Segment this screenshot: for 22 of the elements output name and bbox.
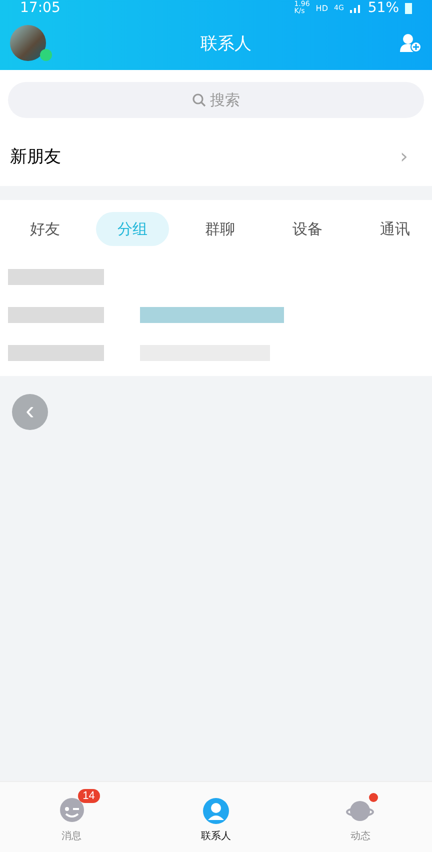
signal-icon [350, 3, 362, 13]
new-friends-row[interactable]: 新朋友 › [0, 126, 432, 186]
avatar[interactable] [10, 25, 46, 61]
category-tab[interactable]: 设备 [270, 212, 344, 246]
new-friends-label: 新朋友 [10, 146, 61, 168]
category-tab[interactable]: 通讯 [358, 212, 432, 246]
person-icon [202, 797, 230, 825]
online-dot [40, 49, 52, 61]
nav-tab[interactable]: 联系人 [178, 789, 253, 845]
battery-icon [405, 2, 412, 14]
hd-label: HD [316, 4, 328, 12]
search-icon [192, 93, 206, 107]
unread-badge: 14 [78, 789, 100, 803]
nav-tab[interactable]: 消息 14 [36, 789, 108, 845]
chevron-icon: › [400, 144, 408, 168]
winking-face-icon [58, 797, 86, 825]
add-contact-icon[interactable] [400, 33, 422, 53]
battery-percent: 51% [368, 0, 399, 16]
page-title: 联系人 [200, 32, 252, 54]
status-time: 17:05 [20, 0, 60, 16]
category-tab[interactable]: 好友 [8, 212, 82, 246]
category-tab[interactable]: 群聊 [183, 212, 257, 246]
